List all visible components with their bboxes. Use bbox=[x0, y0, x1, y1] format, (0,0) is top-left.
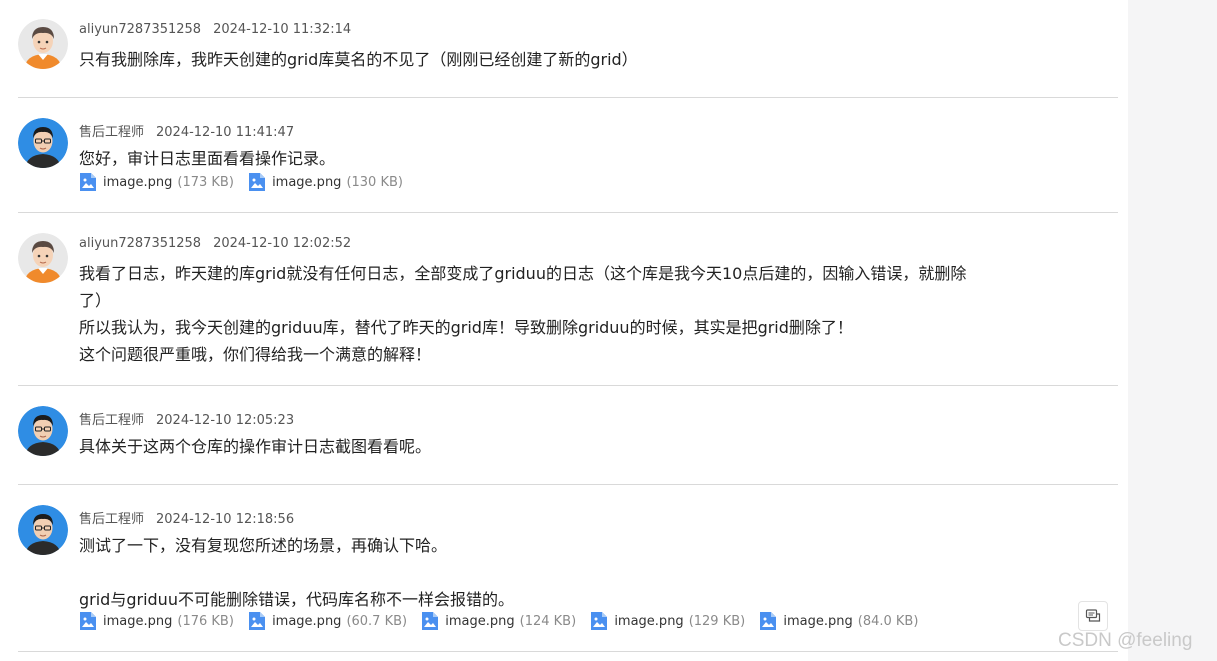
message-line: 这个问题很严重哦，你们得给我一个满意的解释！ bbox=[79, 345, 432, 364]
attachment-list: image.png (176 KB) image.png (60.7 KB) i… bbox=[79, 611, 928, 635]
timestamp: 2024-12-10 11:32:14 bbox=[213, 22, 352, 37]
chat-bubble-icon bbox=[1085, 609, 1101, 622]
customer-avatar-icon bbox=[18, 19, 68, 69]
image-file-icon bbox=[249, 612, 266, 630]
attachment-link[interactable]: image.png (84.0 KB) bbox=[759, 611, 918, 631]
image-file-icon bbox=[249, 173, 266, 191]
username: aliyun7287351258 bbox=[79, 22, 202, 37]
username: 售后工程师 bbox=[79, 125, 145, 140]
divider bbox=[18, 385, 1118, 386]
attachment-size: (84.0 KB) bbox=[857, 613, 919, 629]
message-body: 只有我删除库，我昨天创建的grid库莫名的不见了（刚刚已经创建了新的grid） bbox=[79, 46, 1049, 73]
image-file-icon bbox=[591, 612, 608, 630]
image-file-icon bbox=[80, 612, 96, 630]
divider bbox=[18, 484, 1118, 485]
username: 售后工程师 bbox=[79, 413, 145, 428]
username: 售后工程师 bbox=[79, 512, 145, 527]
attachment-name: image.png bbox=[445, 613, 515, 629]
watermark: CSDN @feeling bbox=[1058, 630, 1193, 651]
message-body: 我看了日志，昨天建的库grid就没有任何日志，全部变成了griduu的日志（这个… bbox=[79, 260, 1049, 368]
attachment-size: (130 KB) bbox=[346, 174, 403, 190]
attachment-list: image.png (173 KB) image.png (130 KB) bbox=[79, 172, 413, 196]
attachment-size: (129 KB) bbox=[688, 613, 746, 629]
attachment-link[interactable]: image.png (176 KB) bbox=[79, 611, 234, 631]
username: aliyun7287351258 bbox=[79, 236, 202, 251]
engineer-avatar-icon bbox=[18, 406, 68, 456]
message-body: 具体关于这两个仓库的操作审计日志截图看看呢。 bbox=[79, 433, 1049, 460]
right-sidebar bbox=[1128, 0, 1217, 661]
divider bbox=[18, 651, 1118, 652]
attachment-name: image.png bbox=[103, 174, 173, 190]
message-meta: aliyun7287351258 2024-12-10 11:32:14 bbox=[79, 22, 351, 37]
attachment-link[interactable]: image.png (60.7 KB) bbox=[248, 611, 407, 631]
message-line: 您好，审计日志里面看看操作记录。 bbox=[79, 149, 336, 168]
attachment-name: image.png bbox=[783, 613, 853, 629]
attachment-link[interactable]: image.png (173 KB) bbox=[79, 172, 234, 192]
timestamp: 2024-12-10 12:18:56 bbox=[156, 512, 295, 527]
image-file-icon bbox=[80, 173, 96, 191]
attachment-name: image.png bbox=[272, 174, 342, 190]
divider bbox=[18, 97, 1118, 98]
message-line: grid与griduu不可能删除错误，代码库名称不一样会报错的。 bbox=[79, 590, 514, 609]
attachment-link[interactable]: image.png (124 KB) bbox=[421, 611, 576, 631]
timestamp: 2024-12-10 11:41:47 bbox=[156, 125, 295, 140]
timestamp: 2024-12-10 12:05:23 bbox=[156, 413, 295, 428]
message-meta: 售后工程师 2024-12-10 12:18:56 bbox=[79, 508, 294, 527]
message-line: 测试了一下，没有复现您所述的场景，再确认下哈。 bbox=[79, 536, 448, 555]
message-meta: aliyun7287351258 2024-12-10 12:02:52 bbox=[79, 236, 351, 251]
attachment-name: image.png bbox=[614, 613, 684, 629]
message-line: 我看了日志，昨天建的库grid就没有任何日志，全部变成了griduu的日志（这个… bbox=[79, 264, 967, 283]
divider bbox=[18, 212, 1118, 213]
message-line: 了） bbox=[79, 291, 112, 310]
message-body: 测试了一下，没有复现您所述的场景，再确认下哈。 grid与griduu不可能删除… bbox=[79, 532, 1049, 613]
attachment-name: image.png bbox=[272, 613, 342, 629]
message-line: 只有我删除库，我昨天创建的grid库莫名的不见了（刚刚已经创建了新的grid） bbox=[79, 50, 638, 69]
image-file-icon bbox=[422, 612, 439, 630]
attachment-size: (176 KB) bbox=[177, 613, 234, 629]
attachment-link[interactable]: image.png (130 KB) bbox=[248, 172, 403, 192]
attachment-size: (60.7 KB) bbox=[346, 613, 408, 629]
message-meta: 售后工程师 2024-12-10 11:41:47 bbox=[79, 121, 294, 140]
attachment-size: (173 KB) bbox=[177, 174, 234, 190]
engineer-avatar-icon bbox=[18, 505, 68, 555]
customer-avatar-icon bbox=[18, 233, 68, 283]
message-line: 所以我认为，我今天创建的griduu库，替代了昨天的grid库！导致删除grid… bbox=[79, 318, 853, 337]
attachment-name: image.png bbox=[103, 613, 173, 629]
message-line bbox=[79, 559, 1049, 586]
timestamp: 2024-12-10 12:02:52 bbox=[213, 236, 352, 251]
engineer-avatar-icon bbox=[18, 118, 68, 168]
attachment-link[interactable]: image.png (129 KB) bbox=[590, 611, 745, 631]
message-body: 您好，审计日志里面看看操作记录。 bbox=[79, 145, 1049, 172]
chat-bubble-button[interactable] bbox=[1078, 601, 1108, 631]
message-line: 具体关于这两个仓库的操作审计日志截图看看呢。 bbox=[79, 437, 432, 456]
ticket-conversation: aliyun7287351258 2024-12-10 11:32:14 只有我删… bbox=[0, 0, 1128, 661]
attachment-size: (124 KB) bbox=[519, 613, 577, 629]
message-meta: 售后工程师 2024-12-10 12:05:23 bbox=[79, 409, 294, 428]
image-file-icon bbox=[760, 612, 777, 630]
